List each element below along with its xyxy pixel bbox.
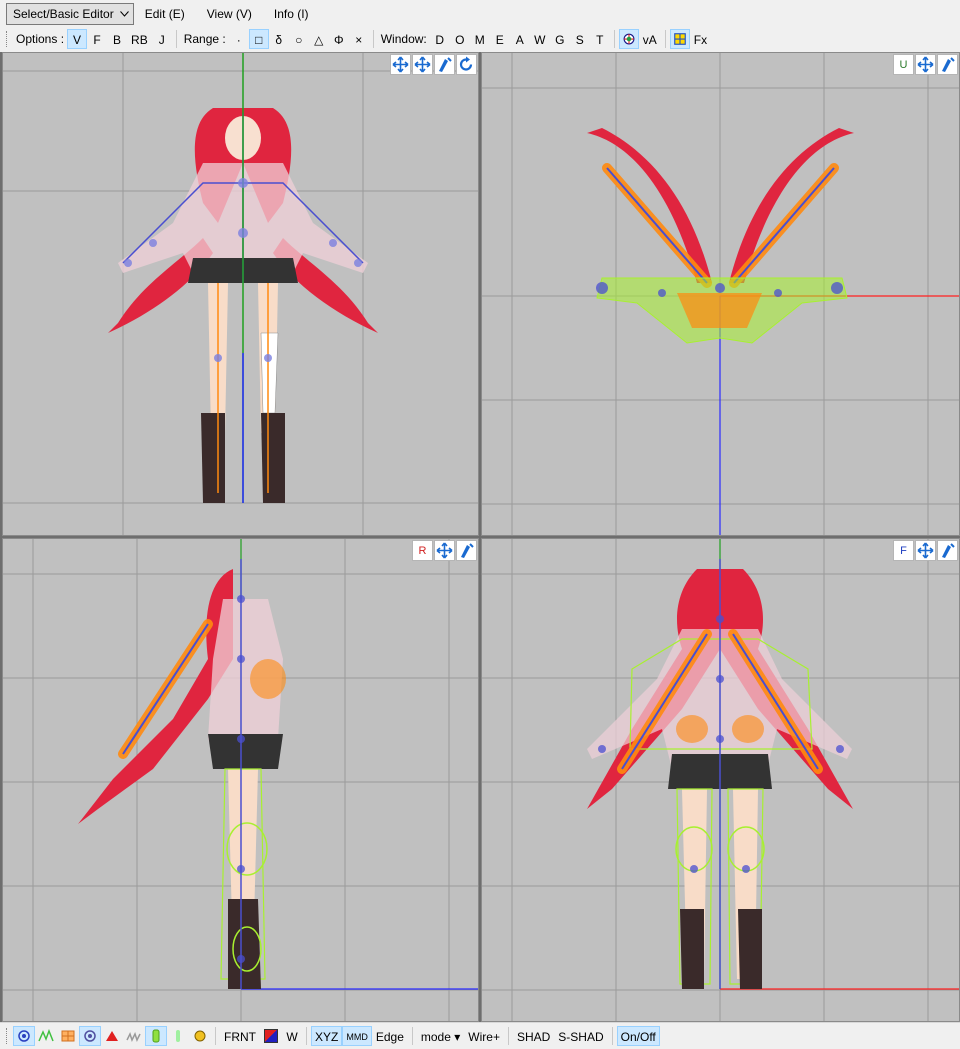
separator xyxy=(664,30,666,48)
va-button[interactable]: vA xyxy=(639,29,661,49)
chevron-down-icon xyxy=(119,9,129,19)
softbody-display-icon[interactable] xyxy=(145,1026,167,1046)
pan-icon[interactable] xyxy=(434,540,455,561)
range-phi-button[interactable]: Φ xyxy=(329,29,349,49)
separator xyxy=(507,1027,509,1045)
viewport-controls: F xyxy=(893,540,958,561)
separator xyxy=(611,1027,613,1045)
target-icon[interactable] xyxy=(618,29,639,49)
w-button[interactable]: W xyxy=(282,1026,302,1046)
window-e-button[interactable]: E xyxy=(490,29,510,49)
range-triangle-button[interactable]: △ xyxy=(309,29,329,49)
display-toolbar: FRNT W XYZ MMD Edge mode ▾ Wire+ SHAD S-… xyxy=(0,1022,960,1049)
material-display-icon[interactable] xyxy=(189,1026,211,1046)
view-label-r[interactable]: R xyxy=(412,540,433,561)
on-off-button[interactable]: On/Off xyxy=(616,1026,660,1046)
option-face-button[interactable]: F xyxy=(87,29,107,49)
frnt-button[interactable]: FRNT xyxy=(220,1026,260,1046)
right-scene xyxy=(3,539,478,1021)
options-toolbar: Options : V F B RB J Range : · □ δ ○ △ Φ… xyxy=(0,28,960,50)
menu-info[interactable]: Info (I) xyxy=(263,3,320,25)
quad-view-icon[interactable] xyxy=(669,29,690,49)
zoom-icon[interactable] xyxy=(937,54,958,75)
viewport-perspective[interactable] xyxy=(2,52,479,536)
separator xyxy=(175,30,177,48)
viewport-top[interactable]: U xyxy=(481,52,960,536)
weight-display-icon[interactable] xyxy=(35,1026,57,1046)
range-cross-button[interactable]: × xyxy=(349,29,369,49)
mode-label: mode xyxy=(420,1030,451,1044)
option-bone-button[interactable]: B xyxy=(107,29,127,49)
bone-display-icon[interactable] xyxy=(79,1026,101,1046)
separator xyxy=(613,30,615,48)
separator xyxy=(411,1027,413,1045)
window-m-button[interactable]: M xyxy=(470,29,490,49)
menu-bar: Select/Basic Editor Edit (E) View (V) In… xyxy=(0,0,960,28)
pmx-editor-window: Select/Basic Editor Edit (E) View (V) In… xyxy=(0,0,960,1049)
zoom-icon[interactable] xyxy=(434,54,455,75)
mmd-button[interactable]: MMD xyxy=(342,1026,372,1046)
top-scene xyxy=(482,53,959,535)
joint-display-icon[interactable] xyxy=(123,1026,145,1046)
mode-select-dropdown[interactable]: Select/Basic Editor xyxy=(6,3,134,25)
front-scene xyxy=(482,539,959,1021)
color-swatch-icon[interactable] xyxy=(260,1026,282,1046)
viewport-controls: R xyxy=(412,540,477,561)
view-label-u[interactable]: U xyxy=(893,54,914,75)
window-label: Window: xyxy=(380,32,427,46)
separator xyxy=(306,1027,307,1045)
morph-display-icon[interactable] xyxy=(167,1026,189,1046)
window-t-button[interactable]: T xyxy=(590,29,610,49)
viewport-area: U R F xyxy=(0,52,960,1022)
fx-button[interactable]: Fx xyxy=(690,29,711,49)
move-icon[interactable] xyxy=(412,54,433,75)
viewport-right[interactable]: R xyxy=(2,538,479,1022)
range-box-button[interactable]: □ xyxy=(248,29,269,49)
wire-button[interactable]: Wire+ xyxy=(464,1026,504,1046)
dropdown-arrow-icon: ▾ xyxy=(454,1030,461,1044)
mode-select-label: Select/Basic Editor xyxy=(13,7,114,21)
pan-icon[interactable] xyxy=(390,54,411,75)
window-w-button[interactable]: W xyxy=(530,29,550,49)
range-label: Range : xyxy=(183,32,226,46)
viewport-front[interactable]: F xyxy=(481,538,960,1022)
rigid-display-icon[interactable] xyxy=(101,1026,123,1046)
mode-dropdown[interactable]: mode ▾ xyxy=(417,1026,464,1046)
toolbar-grip[interactable] xyxy=(6,1028,9,1044)
viewport-controls: U xyxy=(893,54,958,75)
separator xyxy=(215,1027,216,1045)
options-label: Options : xyxy=(16,32,65,46)
vertex-display-icon[interactable] xyxy=(13,1026,35,1046)
perspective-scene xyxy=(3,53,478,535)
texture-display-icon[interactable] xyxy=(57,1026,79,1046)
menu-edit[interactable]: Edit (E) xyxy=(134,3,196,25)
zoom-icon[interactable] xyxy=(937,540,958,561)
option-vertex-button[interactable]: V xyxy=(67,29,88,49)
range-point-button[interactable]: · xyxy=(229,29,249,49)
range-delta-button[interactable]: δ xyxy=(269,29,289,49)
option-rigidbody-button[interactable]: RB xyxy=(127,29,152,49)
s-shad-button[interactable]: S-SHAD xyxy=(554,1026,607,1046)
window-a-button[interactable]: A xyxy=(510,29,530,49)
window-d-button[interactable]: D xyxy=(430,29,450,49)
range-circle-button[interactable]: ○ xyxy=(289,29,309,49)
window-g-button[interactable]: G xyxy=(550,29,570,49)
rotate-icon[interactable] xyxy=(456,54,477,75)
window-o-button[interactable]: O xyxy=(450,29,470,49)
option-joint-button[interactable]: J xyxy=(152,29,172,49)
viewport-controls xyxy=(390,54,477,75)
pan-icon[interactable] xyxy=(915,54,936,75)
pan-icon[interactable] xyxy=(915,540,936,561)
edge-button[interactable]: Edge xyxy=(372,1026,408,1046)
zoom-icon[interactable] xyxy=(456,540,477,561)
separator xyxy=(372,30,374,48)
shad-button[interactable]: SHAD xyxy=(513,1026,554,1046)
toolbar-grip[interactable] xyxy=(6,31,9,47)
window-s-button[interactable]: S xyxy=(570,29,590,49)
xyz-button[interactable]: XYZ xyxy=(311,1026,343,1046)
view-label-f[interactable]: F xyxy=(893,540,914,561)
menu-view[interactable]: View (V) xyxy=(196,3,263,25)
